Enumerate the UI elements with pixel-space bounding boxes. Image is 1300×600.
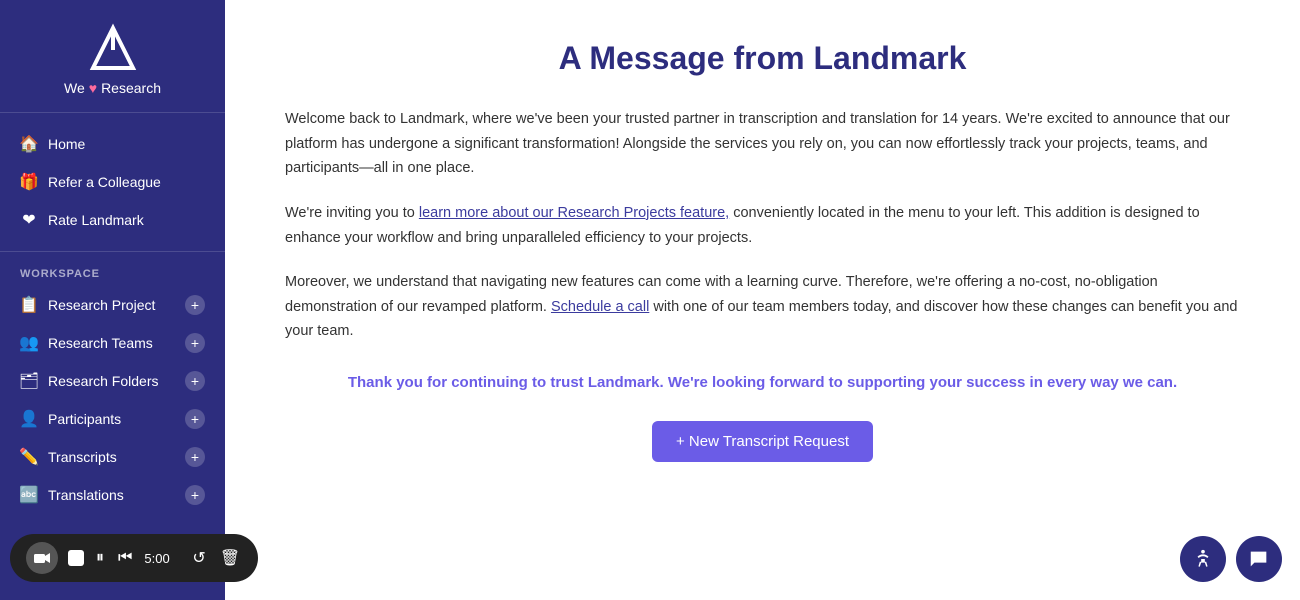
chat-icon [1248, 548, 1270, 570]
transcripts-add-button[interactable]: + [185, 447, 205, 467]
heart-icon: ♥ [89, 80, 97, 96]
pause-button[interactable]: ⏸ [94, 547, 106, 569]
heart-rate-icon: ❤ [20, 211, 38, 229]
sidebar-item-research-folders[interactable]: 🗂 Research Folders + [0, 362, 225, 400]
participants-icon: 👤 [20, 410, 38, 428]
sidebar-item-translations[interactable]: 🔤 Translations + [0, 476, 225, 514]
brand-name: We ♥ Research [64, 80, 161, 96]
thank-you-message: Thank you for continuing to trust Landma… [285, 374, 1240, 391]
sidebar-item-transcripts[interactable]: ✏️ Transcripts + [0, 438, 225, 476]
sidebar-item-rate-label: Rate Landmark [48, 212, 144, 228]
sidebar-item-transcripts-label: Transcripts [48, 449, 175, 465]
app-logo-icon [83, 20, 143, 80]
research-folders-icon: 🗂 [20, 372, 38, 390]
brand-we: We [64, 80, 85, 96]
participants-add-button[interactable]: + [185, 409, 205, 429]
research-projects-link[interactable]: learn more about our Research Projects f… [419, 205, 729, 221]
accessibility-icon [1192, 548, 1214, 570]
sidebar-nav: 🏠 Home 🎁 Refer a Colleague ❤ Rate Landma… [0, 113, 225, 252]
new-transcript-button[interactable]: + New Transcript Request [652, 421, 873, 462]
home-icon: 🏠 [20, 135, 38, 153]
sidebar-item-refer-label: Refer a Colleague [48, 174, 161, 190]
sidebar-item-participants[interactable]: 👤 Participants + [0, 400, 225, 438]
gift-icon: 🎁 [20, 173, 38, 191]
sidebar-item-research-teams[interactable]: 👥 Research Teams + [0, 324, 225, 362]
sidebar-item-research-project-label: Research Project [48, 297, 175, 313]
translations-icon: 🔤 [20, 486, 38, 504]
transcripts-icon: ✏️ [20, 448, 38, 466]
sidebar-item-research-teams-label: Research Teams [48, 335, 175, 351]
sidebar-item-translations-label: Translations [48, 487, 175, 503]
accessibility-button[interactable] [1180, 536, 1226, 582]
sidebar-logo: We ♥ Research [0, 0, 225, 113]
brand-research: Research [101, 80, 161, 96]
schedule-call-link[interactable]: Schedule a call [551, 299, 649, 315]
floating-action-buttons [1180, 536, 1282, 582]
page-title: A Message from Landmark [285, 40, 1240, 77]
research-folders-add-button[interactable]: + [185, 371, 205, 391]
sidebar-item-research-project[interactable]: 📋 Research Project + [0, 286, 225, 324]
sidebar-item-home[interactable]: 🏠 Home [0, 125, 225, 163]
workspace-label: WORKSPACE [0, 252, 225, 286]
sidebar-item-home-label: Home [48, 136, 85, 152]
research-teams-add-button[interactable]: + [185, 333, 205, 353]
research-project-icon: 📋 [20, 296, 38, 314]
replay-button[interactable]: ↺ [190, 546, 207, 570]
time-display: 5:00 [144, 551, 180, 566]
sidebar: We ♥ Research 🏠 Home 🎁 Refer a Colleague… [0, 0, 225, 600]
intro-paragraph: Welcome back to Landmark, where we've be… [285, 107, 1240, 181]
cta-area: + New Transcript Request [285, 421, 1240, 462]
sidebar-item-rate[interactable]: ❤ Rate Landmark [0, 201, 225, 239]
p2-pre: We're inviting you to [285, 205, 419, 221]
stop-button[interactable] [68, 550, 84, 566]
demo-paragraph: Moreover, we understand that navigating … [285, 270, 1240, 344]
sidebar-item-research-folders-label: Research Folders [48, 373, 175, 389]
rewind-button[interactable]: ⏮ [116, 547, 134, 569]
research-projects-paragraph: We're inviting you to learn more about o… [285, 201, 1240, 250]
media-controls-bar: ⏸ ⏮ 5:00 ↺ 🗑 [10, 534, 258, 582]
research-teams-icon: 👥 [20, 334, 38, 352]
translations-add-button[interactable]: + [185, 485, 205, 505]
sidebar-item-participants-label: Participants [48, 411, 175, 427]
workspace-section: WORKSPACE 📋 Research Project + 👥 Researc… [0, 252, 225, 514]
chat-button[interactable] [1236, 536, 1282, 582]
camera-icon [34, 551, 50, 565]
sidebar-item-refer[interactable]: 🎁 Refer a Colleague [0, 163, 225, 201]
camera-button[interactable] [26, 542, 58, 574]
research-project-add-button[interactable]: + [185, 295, 205, 315]
delete-button[interactable]: 🗑 [218, 546, 242, 570]
main-content: A Message from Landmark Welcome back to … [225, 0, 1300, 600]
